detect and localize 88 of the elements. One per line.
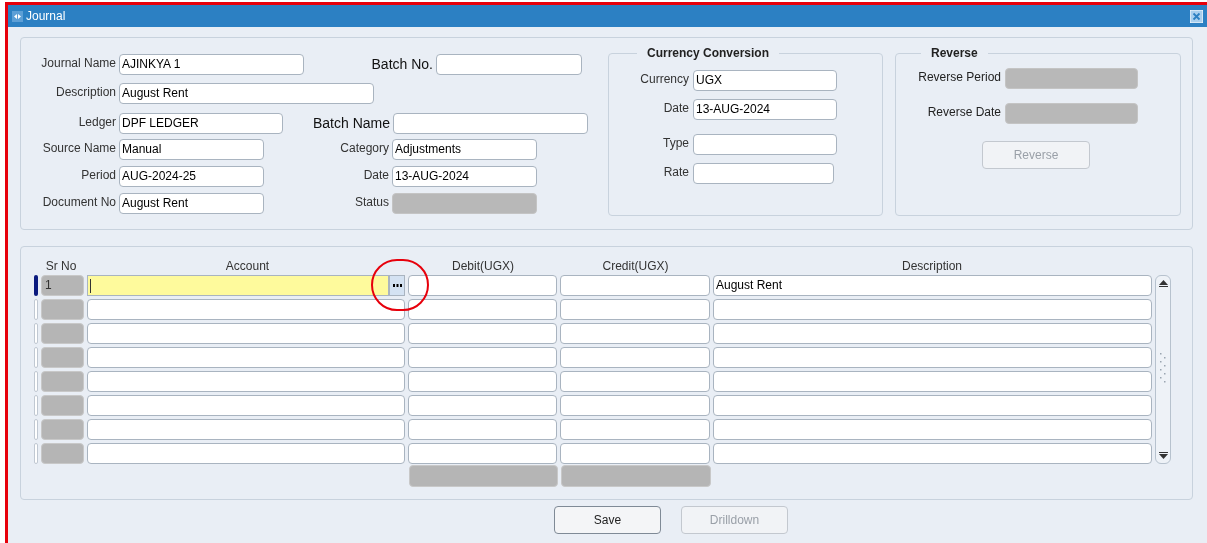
- text-field[interactable]: August Rent: [119, 193, 264, 214]
- credit-field[interactable]: [560, 419, 710, 440]
- column-header: Description: [901, 258, 963, 275]
- field-label: Document No: [41, 194, 117, 211]
- debit-field[interactable]: [408, 419, 557, 440]
- column-header: Debit(UGX): [451, 258, 515, 275]
- text-field[interactable]: [693, 134, 837, 155]
- debit-field[interactable]: [408, 299, 557, 320]
- text-field[interactable]: DPF LEDGER: [119, 113, 283, 134]
- field-label: Description: [54, 84, 117, 101]
- field-label: Source Name: [41, 140, 117, 157]
- account-field[interactable]: [87, 371, 405, 392]
- text-field[interactable]: UGX: [693, 70, 837, 91]
- account-field[interactable]: [87, 323, 405, 344]
- account-field[interactable]: [87, 299, 405, 320]
- column-header: Credit(UGX): [601, 258, 670, 275]
- account-field[interactable]: [87, 419, 405, 440]
- field-label: Category: [339, 140, 390, 157]
- credit-field[interactable]: [560, 299, 710, 320]
- text-field[interactable]: [693, 163, 834, 184]
- description-field[interactable]: [713, 299, 1152, 320]
- scrollbar[interactable]: [1155, 275, 1171, 464]
- scroll-up-icon[interactable]: [1158, 280, 1168, 287]
- window-title: Journal: [26, 8, 66, 25]
- close-icon[interactable]: [1190, 9, 1203, 23]
- field-label: Period: [80, 167, 117, 184]
- field-label: Batch No.: [370, 55, 434, 74]
- sr-no-cell: [41, 371, 84, 392]
- column-header: Account: [224, 258, 271, 275]
- description-field[interactable]: [713, 443, 1152, 464]
- field-label: Reverse Period: [917, 69, 1002, 86]
- text-field[interactable]: 13-AUG-2024: [392, 166, 537, 187]
- group-title: Currency Conversion: [646, 45, 771, 62]
- text-field[interactable]: [436, 54, 582, 75]
- description-field[interactable]: August Rent: [713, 275, 1152, 296]
- debit-field[interactable]: [408, 443, 557, 464]
- sr-no-cell: [41, 323, 84, 344]
- credit-field[interactable]: [560, 443, 710, 464]
- field-label: Rate: [662, 164, 690, 181]
- description-field[interactable]: [713, 323, 1152, 344]
- account-field[interactable]: [87, 443, 405, 464]
- field-label: Currency: [639, 71, 690, 88]
- text-field[interactable]: AUG-2024-25: [119, 166, 264, 187]
- account-field[interactable]: [87, 395, 405, 416]
- field-label: Batch Name: [311, 114, 391, 133]
- sr-no-cell: [41, 395, 84, 416]
- text-field[interactable]: August Rent: [119, 83, 374, 104]
- debit-field[interactable]: [408, 275, 557, 296]
- group-title: Reverse: [930, 45, 979, 62]
- credit-field[interactable]: [560, 347, 710, 368]
- debit-field[interactable]: [408, 371, 557, 392]
- credit-field[interactable]: [560, 395, 710, 416]
- row-indicator[interactable]: [34, 275, 38, 296]
- sr-no-cell: [41, 443, 84, 464]
- description-field[interactable]: [713, 395, 1152, 416]
- text-field[interactable]: 13-AUG-2024: [693, 99, 837, 120]
- debit-field[interactable]: [408, 323, 557, 344]
- field-label: Type: [662, 135, 690, 152]
- field-label: Date: [362, 167, 390, 184]
- sr-no-cell: [41, 347, 84, 368]
- account-field[interactable]: [87, 347, 405, 368]
- lookup-button[interactable]: [389, 275, 405, 296]
- description-field[interactable]: [713, 371, 1152, 392]
- description-field[interactable]: [713, 419, 1152, 440]
- sr-no-cell: 1: [41, 275, 84, 296]
- field-label: Date: [662, 100, 690, 117]
- credit-field[interactable]: [560, 275, 710, 296]
- text-field[interactable]: Manual: [119, 139, 264, 160]
- credit-field[interactable]: [560, 323, 710, 344]
- ellipsis-icon: [392, 284, 402, 287]
- field-label: Status: [353, 194, 390, 211]
- credit-field[interactable]: [560, 371, 710, 392]
- field-label: Reverse Date: [926, 104, 1002, 121]
- text-field[interactable]: AJINKYA 1: [119, 54, 304, 75]
- description-field[interactable]: [713, 347, 1152, 368]
- column-header: Sr No: [44, 258, 78, 275]
- account-field[interactable]: [87, 275, 389, 296]
- text-field[interactable]: [393, 113, 588, 134]
- sr-no-cell: [41, 299, 84, 320]
- action-button[interactable]: Save: [554, 506, 661, 534]
- debit-field[interactable]: [408, 347, 557, 368]
- field-label: Journal Name: [40, 55, 117, 72]
- window-icon: [12, 10, 23, 22]
- field-label: Ledger: [77, 114, 117, 131]
- debit-field[interactable]: [408, 395, 557, 416]
- scroll-down-icon[interactable]: [1158, 452, 1168, 459]
- text-field[interactable]: Adjustments: [392, 139, 537, 160]
- sr-no-cell: [41, 419, 84, 440]
